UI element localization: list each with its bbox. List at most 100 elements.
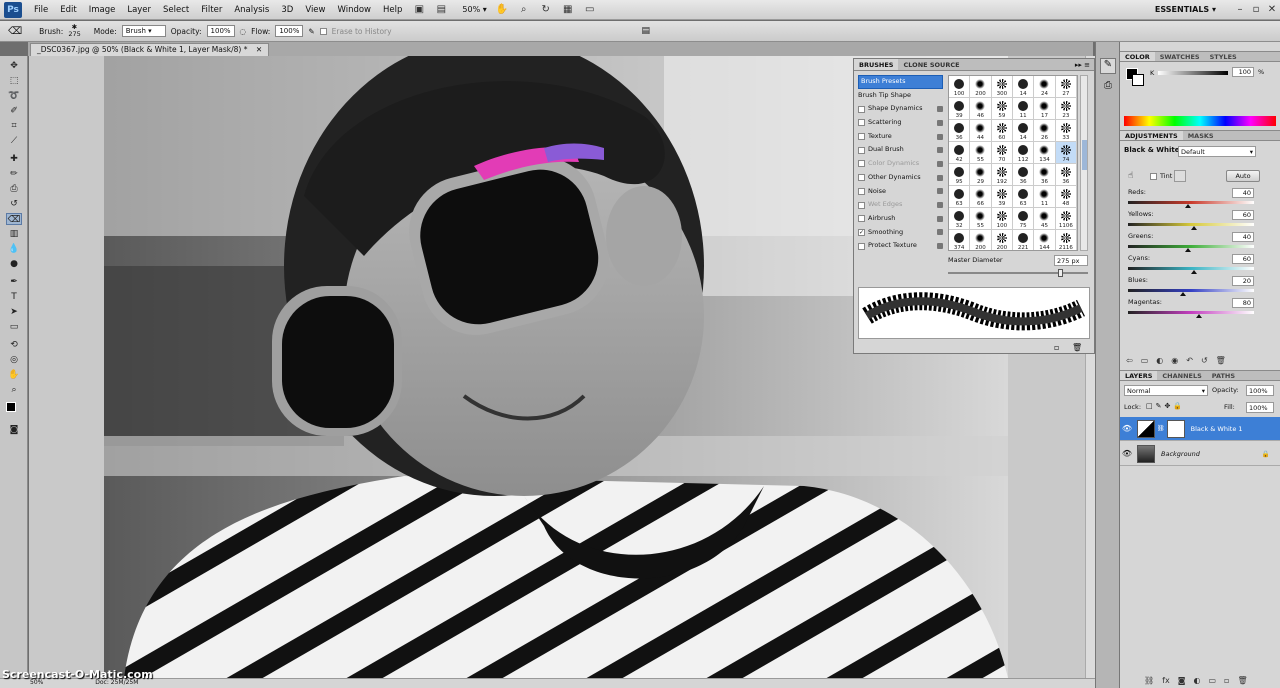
pen-tool-icon[interactable]: ✒: [6, 276, 22, 288]
menu-image[interactable]: Image: [83, 5, 122, 15]
brush-preset[interactable]: 100: [949, 76, 971, 98]
brush-preset[interactable]: 24: [1034, 76, 1056, 98]
tab-styles[interactable]: STYLES: [1205, 52, 1242, 61]
brush-option-row[interactable]: Noise: [858, 185, 943, 199]
brush-preset[interactable]: 144: [1034, 230, 1056, 250]
view-previous-icon[interactable]: ↶: [1186, 356, 1193, 365]
menu-file[interactable]: File: [28, 5, 54, 15]
brush-preset[interactable]: 39: [949, 98, 971, 120]
menu-select[interactable]: Select: [157, 5, 195, 15]
brush-option-checkbox[interactable]: [858, 133, 865, 141]
lock-icon[interactable]: [937, 188, 943, 195]
brush-preset[interactable]: 63: [1013, 186, 1035, 208]
blend-mode-select[interactable]: Normal ▾: [1124, 385, 1208, 396]
airbrush-icon[interactable]: ✎: [308, 27, 314, 36]
brush-preset[interactable]: 36: [949, 120, 971, 142]
adjustment-slider-thumb[interactable]: [1180, 292, 1187, 296]
brush-option-row[interactable]: Other Dynamics: [858, 171, 943, 185]
tab-adjustments[interactable]: ADJUSTMENTS: [1120, 131, 1183, 140]
brush-option-checkbox[interactable]: [858, 119, 865, 127]
tab-clone-source[interactable]: CLONE SOURCE: [898, 59, 964, 70]
erase-history-checkbox[interactable]: [319, 27, 327, 35]
tab-swatches[interactable]: SWATCHES: [1155, 52, 1205, 61]
brush-preset[interactable]: 14: [1013, 76, 1035, 98]
brush-preset[interactable]: 46: [970, 98, 992, 120]
opacity-input[interactable]: 100%: [206, 25, 235, 37]
menu-edit[interactable]: Edit: [54, 5, 82, 15]
clone-source-dock-icon[interactable]: ⎙: [1100, 80, 1116, 96]
menu-help[interactable]: Help: [377, 5, 408, 15]
menu-filter[interactable]: Filter: [195, 5, 228, 15]
adjustment-value-input[interactable]: 40: [1232, 188, 1254, 198]
brush-preset[interactable]: 60: [991, 120, 1013, 142]
zoom-tool-icon[interactable]: ⌕: [516, 3, 532, 17]
tab-masks[interactable]: MASKS: [1183, 131, 1219, 140]
arrange-documents-icon[interactable]: ▦: [560, 3, 576, 17]
brush-preset[interactable]: 300: [991, 76, 1013, 98]
lock-icon[interactable]: [937, 202, 943, 209]
expand-view-icon[interactable]: ▭: [1141, 356, 1149, 365]
brush-preset[interactable]: 200: [970, 76, 992, 98]
menu-window[interactable]: Window: [331, 5, 377, 15]
layer-row-black-white[interactable]: 👁 ⛓ Black & White 1: [1120, 417, 1280, 441]
tint-color-swatch[interactable]: [1174, 170, 1186, 182]
brush-option-checkbox[interactable]: [858, 201, 865, 209]
brush-preset[interactable]: 100: [991, 208, 1013, 230]
close-icon[interactable]: ✕: [1264, 4, 1280, 15]
adjustment-value-input[interactable]: 80: [1232, 298, 1254, 308]
brush-preset[interactable]: 45: [1034, 208, 1056, 230]
mode-select[interactable]: Brush ▾: [121, 25, 166, 37]
fill-input[interactable]: 100%: [1246, 402, 1274, 413]
brush-preset[interactable]: 36: [1034, 164, 1056, 186]
brush-preset[interactable]: 14: [1013, 120, 1035, 142]
marquee-tool-icon[interactable]: ⬚: [6, 75, 22, 87]
brush-preset[interactable]: 59: [991, 98, 1013, 120]
lasso-tool-icon[interactable]: ➰: [6, 90, 22, 102]
bw-preset-select[interactable]: Default ▾: [1178, 146, 1256, 157]
brush-preset[interactable]: 74: [1055, 142, 1077, 164]
brush-preset[interactable]: 11: [1013, 98, 1035, 120]
move-tool-icon[interactable]: ✥: [6, 60, 22, 72]
brush-option-checkbox[interactable]: [858, 160, 865, 168]
brush-preset[interactable]: 134: [1034, 142, 1056, 164]
quick-mask-icon[interactable]: ◙: [6, 424, 22, 436]
tab-color[interactable]: COLOR: [1120, 52, 1155, 61]
brush-option-checkbox[interactable]: [858, 215, 865, 223]
brush-option-row[interactable]: Shape Dynamics: [858, 102, 943, 116]
brush-preset[interactable]: 55: [970, 208, 992, 230]
brush-preset[interactable]: 192: [991, 164, 1013, 186]
delete-adjustment-icon[interactable]: 🗑: [1216, 356, 1226, 365]
adjustment-value-input[interactable]: 60: [1232, 210, 1254, 220]
brush-preset[interactable]: 26: [1034, 120, 1056, 142]
brush-option-checkbox[interactable]: ✓: [858, 228, 865, 236]
tint-checkbox[interactable]: [1150, 173, 1157, 180]
brush-preset[interactable]: 27: [1055, 76, 1077, 98]
adjustment-slider-thumb[interactable]: [1185, 248, 1192, 252]
lock-icon[interactable]: [937, 243, 943, 250]
gradient-tool-icon[interactable]: ▥: [6, 228, 22, 240]
eyedropper-tool-icon[interactable]: ⟋: [6, 135, 22, 147]
brush-preset[interactable]: 48: [1055, 186, 1077, 208]
link-layers-icon[interactable]: ⛓: [1144, 676, 1154, 685]
brush-preset[interactable]: 39: [991, 186, 1013, 208]
menu-view[interactable]: View: [299, 5, 331, 15]
brush-option-checkbox[interactable]: [858, 105, 865, 113]
background-color-swatch[interactable]: [1132, 74, 1144, 86]
brush-preset[interactable]: 63: [949, 186, 971, 208]
rotate-view-icon[interactable]: ↻: [538, 3, 554, 17]
adjustment-slider-thumb[interactable]: [1190, 270, 1197, 274]
adjustment-slider-thumb[interactable]: [1195, 314, 1202, 318]
adjustment-slider-thumb[interactable]: [1185, 204, 1192, 208]
lock-icon[interactable]: [937, 215, 943, 222]
brushes-dock-icon[interactable]: ✎: [1100, 58, 1116, 74]
brush-preset[interactable]: 42: [949, 142, 971, 164]
layer-opacity-input[interactable]: 100%: [1246, 385, 1274, 396]
hand-tool-icon[interactable]: ✋: [494, 3, 510, 17]
clip-to-layer-icon[interactable]: ◐: [1156, 356, 1163, 365]
auto-button[interactable]: Auto: [1226, 170, 1260, 182]
brush-option-row[interactable]: Dual Brush: [858, 143, 943, 157]
clone-stamp-tool-icon[interactable]: ⎙: [6, 183, 22, 195]
bridge-icon[interactable]: ▣: [411, 3, 427, 17]
adjustment-value-input[interactable]: 40: [1232, 232, 1254, 242]
brush-preset[interactable]: 55: [970, 142, 992, 164]
